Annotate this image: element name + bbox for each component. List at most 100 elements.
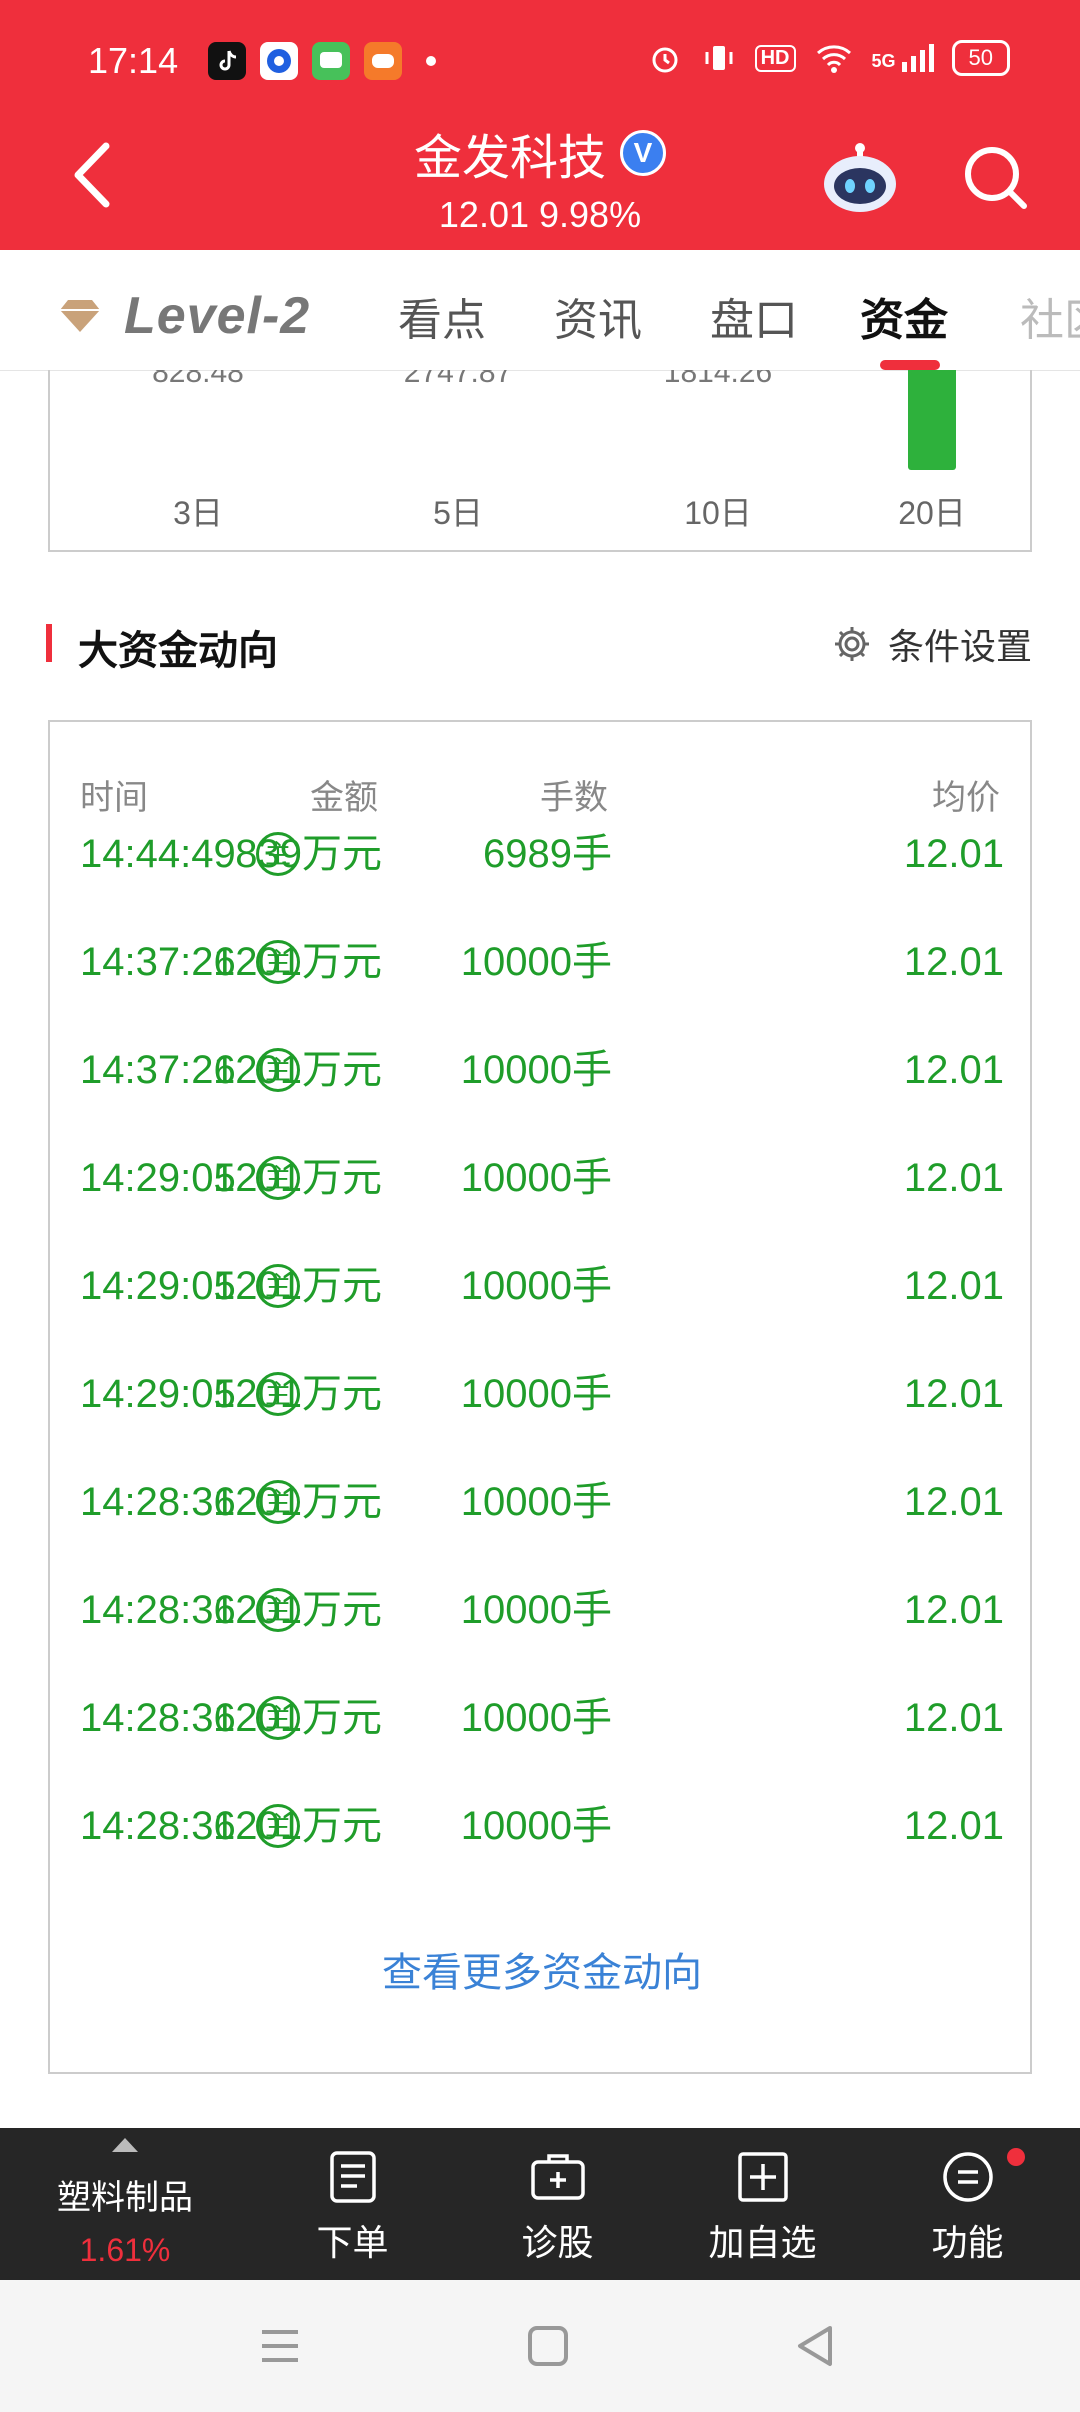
row-avg-price: 12.01 [903, 1048, 1004, 1092]
table-row[interactable]: 14:28:36 主 1201万元 10000手 12.01 [50, 1448, 1034, 1556]
period-label: 3日 [173, 495, 223, 531]
stock-price-change: 12.01 9.98% [438, 194, 642, 235]
section-accent [46, 624, 52, 662]
messages-icon [312, 42, 350, 80]
robot-icon [824, 143, 896, 212]
period-label: 20日 [898, 495, 966, 531]
expand-up-icon [112, 2138, 138, 2152]
row-amount: 1201万元 [213, 1804, 382, 1848]
signal-5g-icon: 5G [872, 44, 934, 72]
row-avg-price: 12.01 [903, 940, 1004, 984]
row-amount: 1201万元 [213, 1696, 382, 1740]
row-avg-price: 12.01 [903, 1588, 1004, 1632]
order-button[interactable]: 下单 [250, 2128, 455, 2280]
table-row[interactable]: 14:28:36 主 1201万元 10000手 12.01 [50, 1556, 1034, 1664]
row-lots: 10000手 [460, 1156, 612, 1200]
sector-name: 塑料制品 [57, 2179, 193, 2217]
condition-settings-button[interactable]: 条件设置 [832, 618, 1032, 670]
row-lots: 10000手 [460, 1588, 612, 1632]
battery-indicator: 50 [951, 40, 1010, 76]
row-amount: 839万元 [235, 832, 382, 876]
home-button[interactable] [522, 2320, 574, 2372]
table-row[interactable]: 14:37:26 主 1201万元 10000手 12.01 [50, 1016, 1034, 1124]
section-title: 大资金动向 [78, 629, 278, 673]
period-flow-chart: 828.48 2747.87 1814.26 3日 5日 10日 20日 [48, 370, 1032, 552]
status-app-icons [208, 42, 436, 80]
alarm-icon [652, 47, 678, 73]
row-lots: 10000手 [460, 1372, 612, 1416]
sector-button[interactable]: 塑料制品 1.61% [0, 2128, 250, 2280]
search-icon [965, 147, 1027, 209]
big-money-table: 时间 金额 手数 均价 14:44:49 主 839万元 6989手 12.01 14:3… [48, 720, 1032, 2074]
function-label: 功能 [931, 2222, 1004, 2263]
period-value: 1814.26 [663, 370, 773, 389]
table-row[interactable]: 14:29:05 主 1201万元 10000手 12.01 [50, 1232, 1034, 1340]
row-avg-price: 12.01 [903, 1480, 1004, 1524]
tab-news[interactable]: 资讯 [554, 284, 642, 348]
row-amount: 1201万元 [213, 940, 382, 984]
row-avg-price: 12.01 [903, 1156, 1004, 1200]
row-avg-price: 12.01 [903, 832, 1004, 876]
menu-icon [942, 2152, 993, 2202]
condition-settings-label: 条件设置 [887, 626, 1032, 667]
row-avg-price: 12.01 [903, 1264, 1004, 1308]
table-row[interactable]: 14:44:49 主 839万元 6989手 12.01 [50, 800, 1034, 908]
tab-funds[interactable]: 资金 [860, 284, 948, 348]
stock-tabs: Level-2 看点 资讯 盘口 资金 社区 [0, 250, 1080, 371]
row-avg-price: 12.01 [903, 1804, 1004, 1848]
wifi-icon [816, 45, 851, 73]
row-lots: 10000手 [460, 1696, 612, 1740]
period-label: 10日 [684, 495, 752, 531]
table-row[interactable]: 14:28:36 主 1201万元 10000手 12.01 [50, 1664, 1034, 1772]
status-time: 17:14 [88, 40, 179, 81]
row-amount: 1201万元 [213, 1480, 382, 1524]
table-row[interactable]: 14:37:26 主 1201万元 10000手 12.01 [50, 908, 1034, 1016]
view-more-fund-flow-link[interactable]: 查看更多资金动向 [50, 1940, 1034, 1998]
hd-icon: HD [754, 44, 796, 72]
diagnose-label: 诊股 [521, 2222, 594, 2263]
app-header: 17:14 HD 5G 50 金发科技 V 12.01 9.98% [0, 0, 1080, 250]
tab-order-book[interactable]: 盘口 [710, 284, 798, 348]
back-nav-button[interactable] [790, 2320, 842, 2372]
recents-button[interactable] [254, 2320, 306, 2372]
bottom-toolbar: 塑料制品 1.61% 下单 诊股 加自选 功能 [0, 2128, 1080, 2280]
row-amount: 1201万元 [213, 1264, 382, 1308]
triangle-back-icon [798, 2326, 832, 2366]
row-amount: 1201万元 [213, 1156, 382, 1200]
table-row[interactable]: 14:28:36 主 1201万元 10000手 12.01 [50, 1772, 1034, 1880]
ai-assistant-button[interactable] [820, 140, 900, 216]
tab-community[interactable]: 社区 [1020, 284, 1080, 348]
diagnose-icon [530, 2154, 585, 2200]
square-icon [528, 2326, 568, 2366]
row-time: 14:44:49 [80, 832, 236, 876]
stock-title: 金发科技 V [0, 118, 1080, 188]
table-row[interactable]: 14:29:05 主 1201万元 10000手 12.01 [50, 1340, 1034, 1448]
level2-label: Level-2 [124, 287, 311, 345]
period-value: 2747.87 [403, 370, 513, 389]
row-lots: 10000手 [460, 1480, 612, 1524]
diagnose-button[interactable]: 诊股 [455, 2128, 660, 2280]
row-avg-price: 12.01 [903, 1696, 1004, 1740]
level2-badge[interactable]: Level-2 [58, 286, 310, 346]
menu-lines-icon [262, 2330, 298, 2362]
sector-change: 1.61% [79, 2232, 171, 2268]
diamond-icon [60, 300, 100, 332]
row-lots: 6989手 [483, 832, 612, 876]
tab-highlights[interactable]: 看点 [398, 284, 486, 348]
more-notifications-dot [426, 56, 436, 66]
verified-badge-icon: V [620, 130, 666, 176]
row-lots: 10000手 [460, 1048, 612, 1092]
row-amount: 1201万元 [213, 1372, 382, 1416]
search-button[interactable] [960, 142, 1032, 214]
row-amount: 1201万元 [213, 1048, 382, 1092]
function-button[interactable]: 功能 [865, 2128, 1070, 2280]
add-watchlist-button[interactable]: 加自选 [660, 2128, 865, 2280]
game-icon [364, 42, 402, 80]
table-row[interactable]: 14:29:05 主 1201万元 10000手 12.01 [50, 1124, 1034, 1232]
order-label: 下单 [316, 2222, 389, 2263]
add-watchlist-icon [737, 2152, 788, 2202]
order-icon [329, 2151, 376, 2203]
row-lots: 10000手 [460, 940, 612, 984]
notification-dot [1007, 2148, 1025, 2166]
gear-icon [834, 627, 869, 661]
